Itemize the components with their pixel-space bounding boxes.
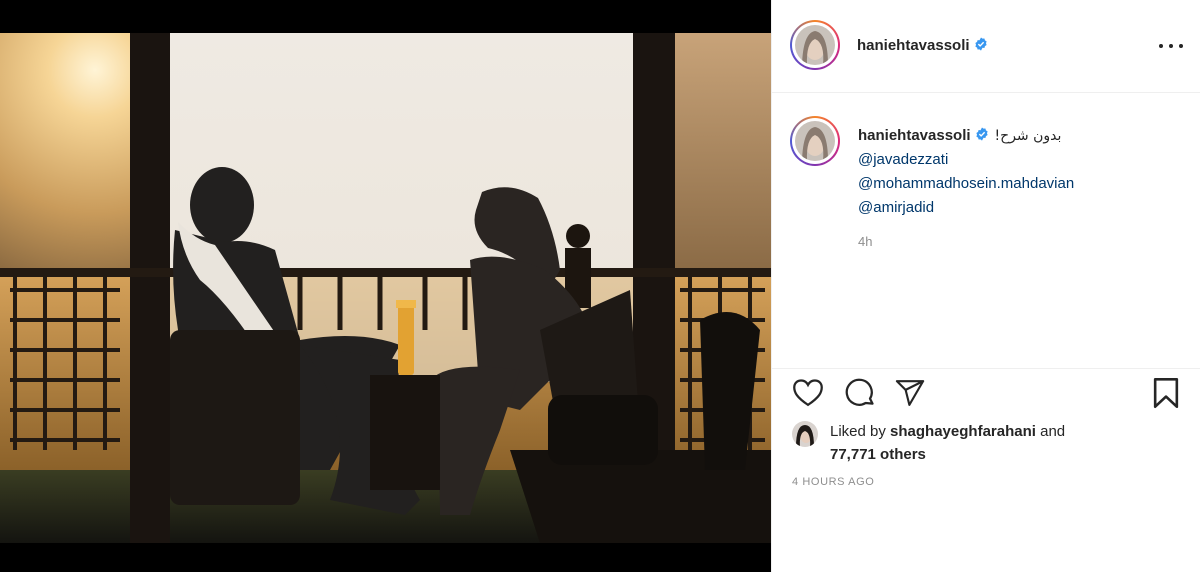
author-avatar[interactable]: [790, 20, 840, 70]
liked-by-label: Liked by: [830, 423, 886, 440]
post-photo-frame[interactable]: [0, 0, 771, 572]
bookmark-icon[interactable]: [1150, 377, 1182, 409]
post-header: haniehtavassoli: [772, 0, 1200, 93]
likes-text: Liked by shaghayeghfarahani and 77,771 o…: [830, 420, 1065, 466]
caption-author-avatar[interactable]: [790, 116, 840, 166]
caption-author-username[interactable]: haniehtavassoli: [858, 127, 971, 144]
more-options-icon[interactable]: [1159, 36, 1183, 56]
caption-avatar-image: [795, 121, 835, 161]
heart-icon[interactable]: [792, 377, 824, 409]
author-username[interactable]: haniehtavassoli: [857, 37, 988, 54]
author-username-text[interactable]: haniehtavassoli: [857, 37, 970, 54]
caption-text: haniehtavassoli بدون شرح! @javadezzati @m…: [858, 124, 1188, 220]
caption-body: بدون شرح!: [994, 128, 1062, 144]
action-bar: [772, 368, 1200, 416]
mention-link[interactable]: @amirjadid: [858, 196, 1188, 220]
liked-by-user[interactable]: shaghayeghfarahani: [890, 423, 1036, 440]
liker-avatar[interactable]: [792, 421, 818, 447]
caption-relative-time[interactable]: 4h: [858, 234, 872, 249]
post-photo[interactable]: [0, 0, 771, 572]
mention-link[interactable]: @mohammadhosein.mahdavian: [858, 172, 1188, 196]
post-details-panel: haniehtavassoli haniehtavassoli بدون شرح!…: [771, 0, 1200, 572]
mention-link[interactable]: @javadezzati: [858, 148, 1188, 172]
liked-by-and: and: [1040, 423, 1066, 440]
post-timestamp[interactable]: 4 HOURS AGO: [792, 476, 874, 488]
verified-badge-icon: [975, 127, 988, 141]
verified-badge-icon: [974, 37, 987, 51]
likes-others-count[interactable]: 77,771 others: [830, 446, 926, 463]
likes-section: Liked by shaghayeghfarahani and 77,771 o…: [792, 420, 1192, 470]
author-avatar-image: [795, 25, 835, 65]
comment-icon[interactable]: [844, 377, 876, 409]
share-icon[interactable]: [894, 377, 926, 409]
caption-block: haniehtavassoli بدون شرح! @javadezzati @m…: [772, 94, 1200, 368]
